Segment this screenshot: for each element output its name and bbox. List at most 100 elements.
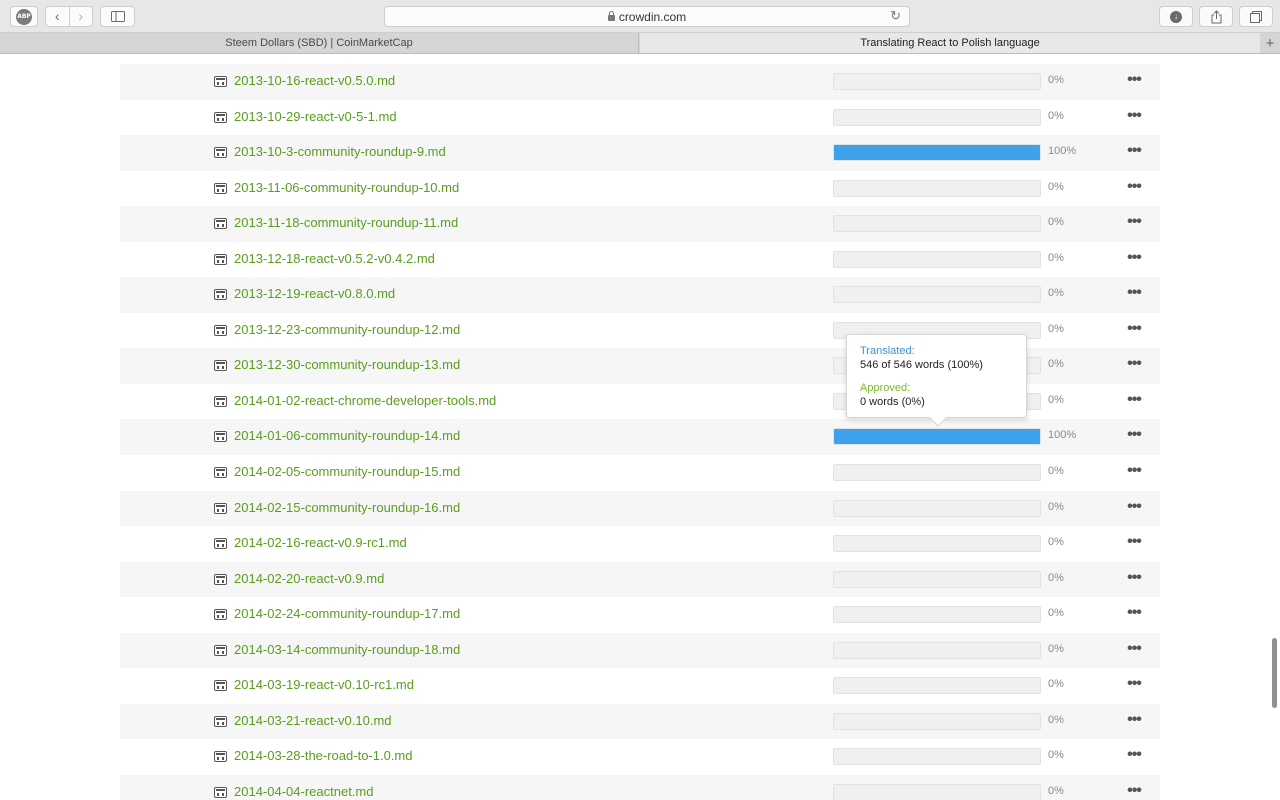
progress-bar[interactable] <box>833 286 1041 304</box>
more-options-icon[interactable]: ••• <box>1125 107 1143 125</box>
file-link[interactable]: 2014-03-28-the-road-to-1.0.md <box>234 748 413 763</box>
share-icon <box>1211 9 1221 23</box>
progress-bar[interactable] <box>833 179 1041 197</box>
file-row: 2013-12-18-react-v0.5.2-v0.4.2.md 0% ••• <box>120 242 1160 278</box>
file-link[interactable]: 2013-11-18-community-roundup-11.md <box>234 215 458 230</box>
more-options-icon[interactable]: ••• <box>1125 640 1143 658</box>
downloads-button[interactable]: ↓ <box>1159 6 1193 27</box>
progress-bar[interactable] <box>833 641 1041 659</box>
file-row: 2013-10-3-community-roundup-9.md 100% ••• <box>120 135 1160 171</box>
progress-bar[interactable] <box>833 108 1041 126</box>
file-link[interactable]: 2013-12-19-react-v0.8.0.md <box>234 286 395 301</box>
more-options-icon[interactable]: ••• <box>1125 426 1143 444</box>
more-options-icon[interactable]: ••• <box>1125 462 1143 480</box>
progress-bar[interactable] <box>833 428 1041 446</box>
download-icon: ↓ <box>1170 10 1182 23</box>
file-link[interactable]: 2014-01-02-react-chrome-developer-tools.… <box>234 393 496 408</box>
file-link[interactable]: 2014-03-14-community-roundup-18.md <box>234 642 460 657</box>
file-link[interactable]: 2014-02-20-react-v0.9.md <box>234 571 384 586</box>
forward-icon[interactable]: › <box>68 7 93 26</box>
progress-bar[interactable] <box>833 677 1041 695</box>
file-row: 2014-02-24-community-roundup-17.md 0% ••• <box>120 597 1160 633</box>
file-link[interactable]: 2014-02-15-community-roundup-16.md <box>234 500 460 515</box>
more-options-icon[interactable]: ••• <box>1125 569 1143 587</box>
more-options-icon[interactable]: ••• <box>1125 711 1143 729</box>
markdown-file-icon <box>214 715 227 727</box>
progress-bar[interactable] <box>833 499 1041 517</box>
markdown-file-icon <box>214 253 227 265</box>
progress-bar[interactable] <box>833 748 1041 766</box>
more-options-icon[interactable]: ••• <box>1125 213 1143 231</box>
file-link[interactable]: 2013-10-29-react-v0-5-1.md <box>234 109 397 124</box>
more-options-icon[interactable]: ••• <box>1125 320 1143 338</box>
file-link[interactable]: 2014-02-05-community-roundup-15.md <box>234 464 460 479</box>
tab-coinmarketcap[interactable]: Steem Dollars (SBD) | CoinMarketCap <box>0 33 639 53</box>
file-list: 2013-10-16-react-v0.5.0.md 0% ••• 2013-10-2… <box>120 64 1160 800</box>
progress-percent: 0% <box>1048 180 1064 193</box>
more-options-icon[interactable]: ••• <box>1125 498 1143 516</box>
progress-bar[interactable] <box>833 783 1041 800</box>
file-link[interactable]: 2014-01-06-community-roundup-14.md <box>234 428 460 443</box>
reload-icon[interactable]: ↻ <box>890 8 901 24</box>
progress-bar[interactable] <box>833 606 1041 624</box>
file-link[interactable]: 2013-12-23-community-roundup-12.md <box>234 322 460 337</box>
progress-bar[interactable] <box>833 215 1041 233</box>
markdown-file-icon <box>214 538 227 550</box>
adblock-icon: ABP <box>16 8 32 25</box>
progress-bar[interactable] <box>833 250 1041 268</box>
address-bar[interactable]: crowdin.com ↻ <box>384 6 910 27</box>
back-icon[interactable]: ‹ <box>46 7 69 26</box>
lock-icon <box>607 10 615 21</box>
file-link[interactable]: 2013-12-30-community-roundup-13.md <box>234 357 460 372</box>
new-tab-icon[interactable]: + <box>1260 33 1280 53</box>
markdown-file-icon <box>214 76 227 87</box>
share-button[interactable] <box>1199 6 1233 27</box>
more-options-icon[interactable]: ••• <box>1125 746 1143 764</box>
page-content: 2013-10-16-react-v0.5.0.md 0% ••• 2013-10-2… <box>0 54 1280 800</box>
more-options-icon[interactable]: ••• <box>1125 391 1143 409</box>
progress-bar[interactable] <box>833 570 1041 588</box>
markdown-file-icon <box>214 395 227 407</box>
file-link[interactable]: 2014-04-04-reactnet.md <box>234 784 373 799</box>
more-options-icon[interactable]: ••• <box>1125 782 1143 800</box>
file-row: 2014-02-05-community-roundup-15.md 0% ••• <box>120 455 1160 491</box>
progress-bar[interactable] <box>833 73 1041 90</box>
tab-overview-button[interactable] <box>1239 6 1273 27</box>
progress-percent: 0% <box>1048 749 1064 762</box>
more-options-icon[interactable]: ••• <box>1125 71 1143 89</box>
sidebar-toggle-button[interactable] <box>100 6 135 27</box>
more-options-icon[interactable]: ••• <box>1125 142 1143 160</box>
progress-percent: 0% <box>1048 216 1064 229</box>
progress-tooltip: Translated: 546 of 546 words (100%) Appr… <box>846 334 1027 418</box>
file-link[interactable]: 2013-10-3-community-roundup-9.md <box>234 144 446 159</box>
more-options-icon[interactable]: ••• <box>1125 604 1143 622</box>
more-options-icon[interactable]: ••• <box>1125 249 1143 267</box>
progress-bar[interactable] <box>833 464 1041 482</box>
more-options-icon[interactable]: ••• <box>1125 178 1143 196</box>
file-row: 2014-03-28-the-road-to-1.0.md 0% ••• <box>120 739 1160 775</box>
more-options-icon[interactable]: ••• <box>1125 675 1143 693</box>
file-link[interactable]: 2013-11-06-community-roundup-10.md <box>234 180 459 195</box>
file-link[interactable]: 2014-02-24-community-roundup-17.md <box>234 606 460 621</box>
file-link[interactable]: 2014-03-19-react-v0.10-rc1.md <box>234 677 414 692</box>
progress-bar[interactable] <box>833 144 1041 162</box>
more-options-icon[interactable]: ••• <box>1125 355 1143 373</box>
approved-label: Approved: <box>860 382 911 394</box>
progress-percent: 0% <box>1048 500 1064 513</box>
progress-percent: 100% <box>1048 429 1077 442</box>
more-options-icon[interactable]: ••• <box>1125 533 1143 551</box>
sidebar-icon <box>110 11 125 22</box>
tab-crowdin[interactable]: Translating React to Polish language <box>640 33 1260 53</box>
more-options-icon[interactable]: ••• <box>1125 284 1143 302</box>
file-link[interactable]: 2013-12-18-react-v0.5.2-v0.4.2.md <box>234 251 435 266</box>
file-link[interactable]: 2014-03-21-react-v0.10.md <box>234 713 392 728</box>
markdown-file-icon <box>214 360 227 372</box>
markdown-file-icon <box>214 751 227 763</box>
scrollbar-thumb[interactable] <box>1272 638 1277 708</box>
progress-percent: 0% <box>1048 536 1064 549</box>
progress-bar[interactable] <box>833 535 1041 553</box>
adblock-button[interactable]: ABP <box>10 6 38 27</box>
file-link[interactable]: 2014-02-16-react-v0.9-rc1.md <box>234 535 407 550</box>
progress-bar[interactable] <box>833 712 1041 730</box>
file-link[interactable]: 2013-10-16-react-v0.5.0.md <box>234 73 395 88</box>
